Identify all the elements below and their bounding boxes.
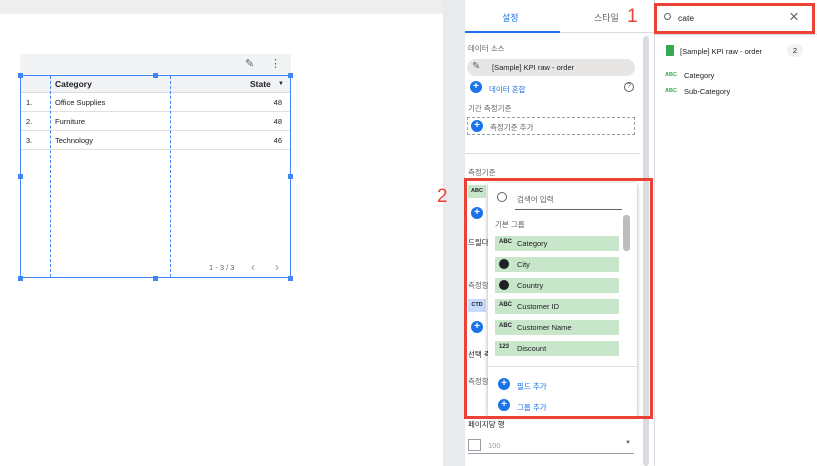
annotation-label-1: 1 xyxy=(627,6,638,27)
field-type: ABC xyxy=(665,72,677,78)
cell-state: 48 xyxy=(273,98,282,107)
prev-page-icon[interactable]: ‹ xyxy=(251,260,255,274)
tab-style[interactable]: 스타일 xyxy=(594,11,619,24)
more-vert-icon[interactable]: ⋮ xyxy=(270,57,281,70)
add-dimension-text: 측정기준 추가 xyxy=(490,123,534,132)
resize-handle[interactable] xyxy=(153,73,158,78)
blend-data-link[interactable]: 데이터 혼합 xyxy=(489,84,526,95)
row-number: 2. xyxy=(26,117,33,126)
table-rows-icon xyxy=(468,439,481,451)
canvas-scroll-gutter xyxy=(443,0,465,466)
cell-state: 46 xyxy=(273,136,282,145)
highlight-box-2 xyxy=(464,178,653,419)
table-row: 2. Furniture 48 xyxy=(21,112,290,131)
sheets-icon xyxy=(666,45,674,56)
cell-state: 48 xyxy=(273,117,282,126)
dimension-label: 측정기준 xyxy=(468,168,496,177)
resize-handle[interactable] xyxy=(288,174,293,179)
rows-per-page-label: 페이지당 행 xyxy=(468,420,505,429)
row-number: 3. xyxy=(26,136,33,145)
rows-per-page-value: 100 xyxy=(488,441,501,450)
resize-handle[interactable] xyxy=(18,276,23,281)
add-date-dimension-drop[interactable]: + 측정기준 추가 xyxy=(467,117,635,135)
pencil-icon[interactable]: ✎ xyxy=(472,61,480,72)
help-icon[interactable]: ? xyxy=(624,82,634,92)
result-count-badge: 2 xyxy=(787,44,803,57)
resize-handle[interactable] xyxy=(18,73,23,78)
properties-tabs: 설정 스타일 xyxy=(465,0,654,33)
cell-category: Furniture xyxy=(55,117,86,126)
field-type: ABC xyxy=(665,88,677,94)
pagination: 1 - 3 / 3 ‹ › xyxy=(209,260,279,274)
next-page-icon[interactable]: › xyxy=(275,260,279,274)
data-source-name: [Sample] KPI raw - order xyxy=(492,63,575,72)
plus-icon[interactable]: + xyxy=(471,120,483,132)
resize-handle[interactable] xyxy=(153,276,158,281)
header-category[interactable]: Category xyxy=(55,79,92,89)
table-chart[interactable]: Category State ▼ 1. Office Supplies 48 2… xyxy=(20,75,291,278)
sort-desc-icon[interactable]: ▼ xyxy=(278,81,284,87)
data-fields-panel: cate × [Sample] KPI raw - order 2 ABC Ca… xyxy=(654,0,817,466)
search-result-category[interactable]: Category xyxy=(684,71,714,80)
rows-per-page-select[interactable]: 100 ▼ xyxy=(468,438,634,454)
column-divider[interactable] xyxy=(50,76,51,277)
data-source-pill[interactable]: ✎ [Sample] KPI raw - order xyxy=(467,59,635,76)
cell-category: Technology xyxy=(55,136,93,145)
divider xyxy=(465,153,640,154)
resize-handle[interactable] xyxy=(18,174,23,179)
data-source-label: 데이터 소스 xyxy=(468,44,505,53)
row-number: 1. xyxy=(26,98,33,107)
chevron-down-icon: ▼ xyxy=(625,440,631,446)
table-row: 1. Office Supplies 48 xyxy=(21,93,290,112)
highlight-box-1 xyxy=(654,3,815,34)
pencil-icon[interactable]: ✎ xyxy=(245,57,254,70)
resize-handle[interactable] xyxy=(288,276,293,281)
table-toolbar: ✎ ⋮ xyxy=(20,54,291,74)
cell-category: Office Supplies xyxy=(55,98,106,107)
table-row: 3. Technology 46 xyxy=(21,131,290,150)
pagination-text: 1 - 3 / 3 xyxy=(209,263,235,272)
column-divider[interactable] xyxy=(170,76,171,277)
tab-setup[interactable]: 설정 xyxy=(502,11,519,24)
source-name: [Sample] KPI raw - order xyxy=(680,47,763,56)
annotation-label-2: 2 xyxy=(437,186,448,207)
header-state[interactable]: State xyxy=(250,79,271,89)
table-header: Category State ▼ xyxy=(21,76,290,93)
date-range-dimension-label: 기간 측정기준 xyxy=(468,104,512,113)
resize-handle[interactable] xyxy=(288,73,293,78)
plus-icon[interactable]: + xyxy=(470,81,482,93)
active-tab-indicator xyxy=(465,31,560,33)
search-result-sub-category[interactable]: Sub-Category xyxy=(684,87,730,96)
